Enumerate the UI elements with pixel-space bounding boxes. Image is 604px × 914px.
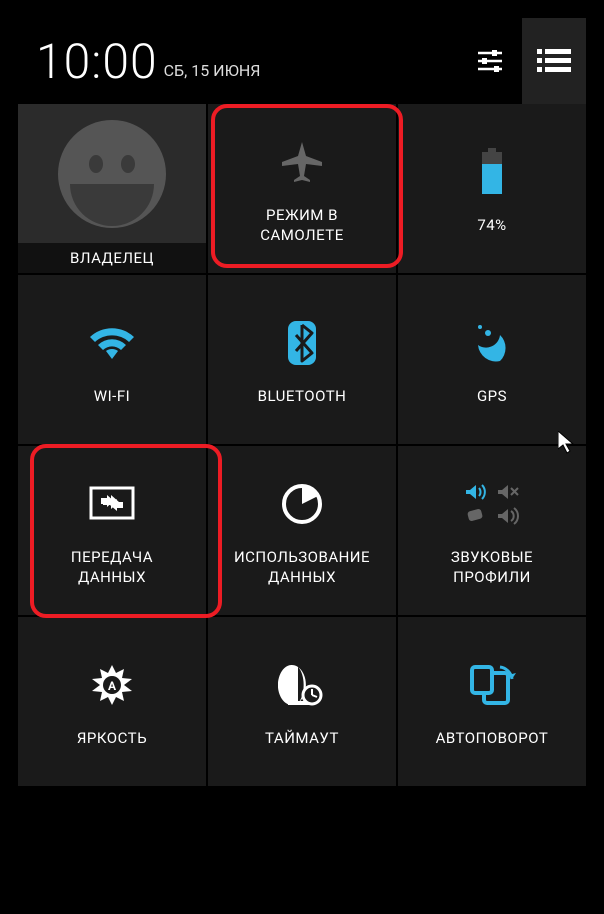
- tile-label: BLUETOOTH: [258, 387, 347, 407]
- tile-wifi[interactable]: WI-FI: [18, 275, 206, 444]
- tile-label: ТАЙМАУТ: [265, 729, 339, 749]
- avatar-icon: [52, 114, 172, 234]
- header-buttons: [458, 18, 586, 104]
- clock: 10:00: [36, 33, 158, 90]
- tile-label: WI-FI: [94, 387, 130, 407]
- data-transfer-icon: [87, 474, 137, 534]
- tile-label: GPS: [477, 387, 507, 407]
- tile-sound-profiles[interactable]: ЗВУКОВЫЕ ПРОФИЛИ: [398, 446, 586, 615]
- tile-timeout[interactable]: ТАЙМАУТ: [208, 617, 396, 786]
- brightness-icon: A: [90, 655, 134, 715]
- tile-label: ЗВУКОВЫЕ ПРОФИЛИ: [451, 548, 533, 587]
- gps-icon: [470, 313, 514, 373]
- tile-label: АВТОПОВОРОТ: [436, 729, 549, 749]
- autorotate-icon: [466, 655, 518, 715]
- tile-owner[interactable]: ВЛАДЕЛЕЦ: [18, 104, 206, 273]
- settings-sliders-button[interactable]: [458, 18, 522, 104]
- tile-label: РЕЖИМ В САМОЛЕТЕ: [260, 206, 344, 245]
- data-usage-icon: [280, 474, 324, 534]
- tile-bluetooth[interactable]: BLUETOOTH: [208, 275, 396, 444]
- tile-brightness[interactable]: A ЯРКОСТЬ: [18, 617, 206, 786]
- battery-icon: [478, 142, 506, 202]
- quick-settings-grid: ВЛАДЕЛЕЦ РЕЖИМ В САМОЛЕТЕ 74%: [18, 104, 586, 786]
- date: СБ, 15 ИЮНЯ: [164, 61, 261, 80]
- tile-data-usage[interactable]: ИСПОЛЬЗОВАНИЕ ДАННЫХ: [208, 446, 396, 615]
- list-view-button[interactable]: [522, 18, 586, 104]
- tile-battery[interactable]: 74%: [398, 104, 586, 273]
- avatar: [18, 104, 206, 243]
- tile-label: ЯРКОСТЬ: [77, 729, 147, 749]
- tile-data-transfer[interactable]: ПЕРЕДАЧА ДАННЫХ: [18, 446, 206, 615]
- sound-icon: [460, 474, 524, 534]
- tile-label: 74%: [477, 216, 506, 236]
- airplane-icon: [278, 132, 326, 192]
- tile-autorotate[interactable]: АВТОПОВОРОТ: [398, 617, 586, 786]
- timeout-icon: [278, 655, 326, 715]
- tile-label: ВЛАДЕЛЕЦ: [18, 243, 206, 273]
- tile-label: ИСПОЛЬЗОВАНИЕ ДАННЫХ: [234, 548, 370, 587]
- svg-text:A: A: [108, 679, 117, 693]
- list-icon: [537, 47, 571, 75]
- bluetooth-icon: [284, 313, 320, 373]
- status-header: 10:00 СБ, 15 ИЮНЯ: [18, 18, 586, 104]
- sliders-icon: [474, 45, 506, 77]
- tile-gps[interactable]: GPS: [398, 275, 586, 444]
- wifi-icon: [86, 313, 138, 373]
- tile-airplane-mode[interactable]: РЕЖИМ В САМОЛЕТЕ: [208, 104, 396, 273]
- tile-label: ПЕРЕДАЧА ДАННЫХ: [71, 548, 153, 587]
